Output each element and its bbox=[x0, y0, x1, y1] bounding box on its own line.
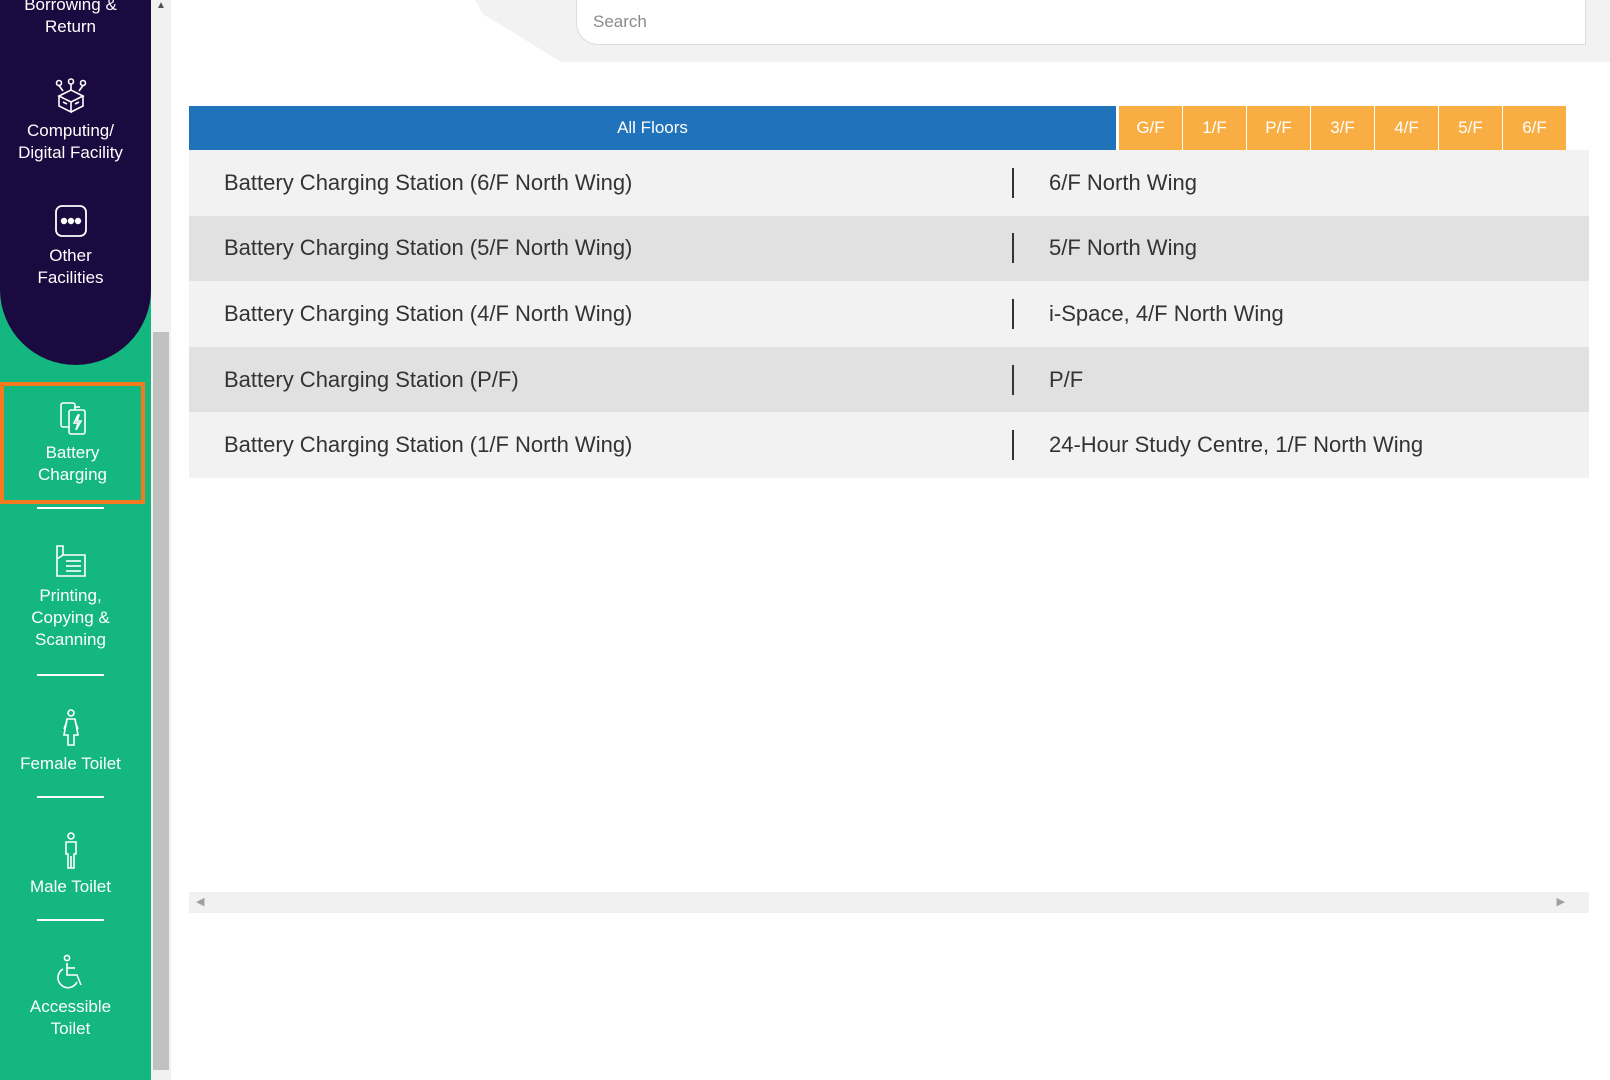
tab-floor-3f[interactable]: 3/F bbox=[1311, 106, 1375, 150]
sidebar-item-computing[interactable]: Computing/ Digital Facility bbox=[0, 78, 141, 164]
sidebar-item-label: Borrowing & Return bbox=[24, 0, 117, 36]
sidebar: Borrowing & Return Computing/ Digital Fa… bbox=[0, 0, 151, 1080]
sidebar-item-label: Battery Charging bbox=[38, 443, 107, 484]
facility-location: 5/F North Wing bbox=[1049, 235, 1197, 261]
tab-floor-5f[interactable]: 5/F bbox=[1439, 106, 1503, 150]
sidebar-item-label: Male Toilet bbox=[30, 877, 111, 896]
facility-location: P/F bbox=[1049, 366, 1084, 392]
search-input[interactable] bbox=[576, 0, 1586, 45]
printer-icon bbox=[55, 545, 86, 577]
facility-name: Battery Charging Station (P/F) bbox=[224, 366, 519, 392]
sidebar-top-panel bbox=[0, 0, 151, 365]
sidebar-item-battery-charging[interactable]: Battery Charging bbox=[0, 382, 145, 504]
female-icon bbox=[62, 709, 79, 746]
facility-location: i-Space, 4/F North Wing bbox=[1049, 300, 1284, 326]
sidebar-divider bbox=[37, 674, 104, 676]
table-row[interactable]: Battery Charging Station (P/F) P/F bbox=[189, 346, 1589, 413]
table-row[interactable]: Battery Charging Station (6/F North Wing… bbox=[189, 150, 1589, 216]
table-row[interactable]: Battery Charging Station (4/F North Wing… bbox=[189, 281, 1589, 347]
sidebar-item-printing[interactable]: Printing, Copying & Scanning bbox=[0, 543, 141, 651]
sidebar-item-other-facilities[interactable]: Other Facilities bbox=[0, 203, 141, 289]
wheelchair-icon bbox=[56, 954, 82, 989]
sidebar-item-label: Computing/ Digital Facility bbox=[18, 121, 123, 162]
tab-floor-6f[interactable]: 6/F bbox=[1503, 106, 1567, 150]
facility-name: Battery Charging Station (6/F North Wing… bbox=[224, 169, 633, 195]
computer-network-icon bbox=[55, 78, 86, 114]
table-row[interactable]: Battery Charging Station (5/F North Wing… bbox=[189, 215, 1589, 282]
tab-floor-1f[interactable]: 1/F bbox=[1183, 106, 1247, 150]
facility-location: 24-Hour Study Centre, 1/F North Wing bbox=[1049, 432, 1424, 458]
tab-all-floors[interactable]: All Floors bbox=[189, 106, 1119, 150]
sidebar-item-label: Accessible Toilet bbox=[29, 997, 112, 1038]
tab-floor-gf[interactable]: G/F bbox=[1119, 106, 1183, 150]
sidebar-item-female-toilet[interactable]: Female Toilet bbox=[0, 709, 141, 775]
top-bar-tab bbox=[171, 0, 561, 62]
male-icon bbox=[64, 832, 77, 869]
sidebar-item-accessible-toilet[interactable]: Accessible Toilet bbox=[0, 954, 141, 1040]
facility-name: Battery Charging Station (4/F North Wing… bbox=[224, 300, 633, 326]
battery-charging-icon bbox=[59, 402, 86, 435]
facility-location: 6/F North Wing bbox=[1049, 169, 1197, 195]
sidebar-divider bbox=[37, 507, 104, 509]
tab-floor-4f[interactable]: 4/F bbox=[1375, 106, 1439, 150]
sidebar-item-label: Printing, Copying & Scanning bbox=[31, 586, 110, 649]
tab-floor-pf[interactable]: P/F bbox=[1247, 106, 1311, 150]
sidebar-item-label: Female Toilet bbox=[20, 754, 121, 773]
scrollbar-thumb[interactable] bbox=[153, 332, 169, 1070]
sidebar-divider bbox=[37, 796, 104, 798]
scroll-right-arrow-icon[interactable]: ▶ bbox=[1557, 895, 1565, 908]
facility-table: Battery Charging Station (6/F North Wing… bbox=[189, 150, 1589, 478]
more-dots-icon bbox=[54, 205, 87, 237]
sidebar-divider bbox=[37, 919, 104, 921]
sidebar-item-label: Other Facilities bbox=[37, 246, 104, 287]
facility-name: Battery Charging Station (5/F North Wing… bbox=[224, 235, 633, 261]
sidebar-scrollbar[interactable]: ▲ bbox=[151, 0, 171, 1080]
table-horizontal-scrollbar[interactable]: ◀ ▶ bbox=[189, 892, 1589, 913]
sidebar-item-male-toilet[interactable]: Male Toilet bbox=[0, 832, 141, 898]
sidebar-item-borrowing-return[interactable]: Borrowing & Return bbox=[0, 0, 141, 38]
facility-name: Battery Charging Station (1/F North Wing… bbox=[224, 432, 633, 458]
table-row[interactable]: Battery Charging Station (1/F North Wing… bbox=[189, 412, 1589, 478]
floor-tabs: All Floors G/F 1/F P/F 3/F 4/F 5/F 6/F bbox=[189, 106, 1589, 150]
scroll-left-arrow-icon[interactable]: ◀ bbox=[196, 895, 204, 908]
scroll-up-arrow-icon[interactable]: ▲ bbox=[156, 0, 166, 11]
